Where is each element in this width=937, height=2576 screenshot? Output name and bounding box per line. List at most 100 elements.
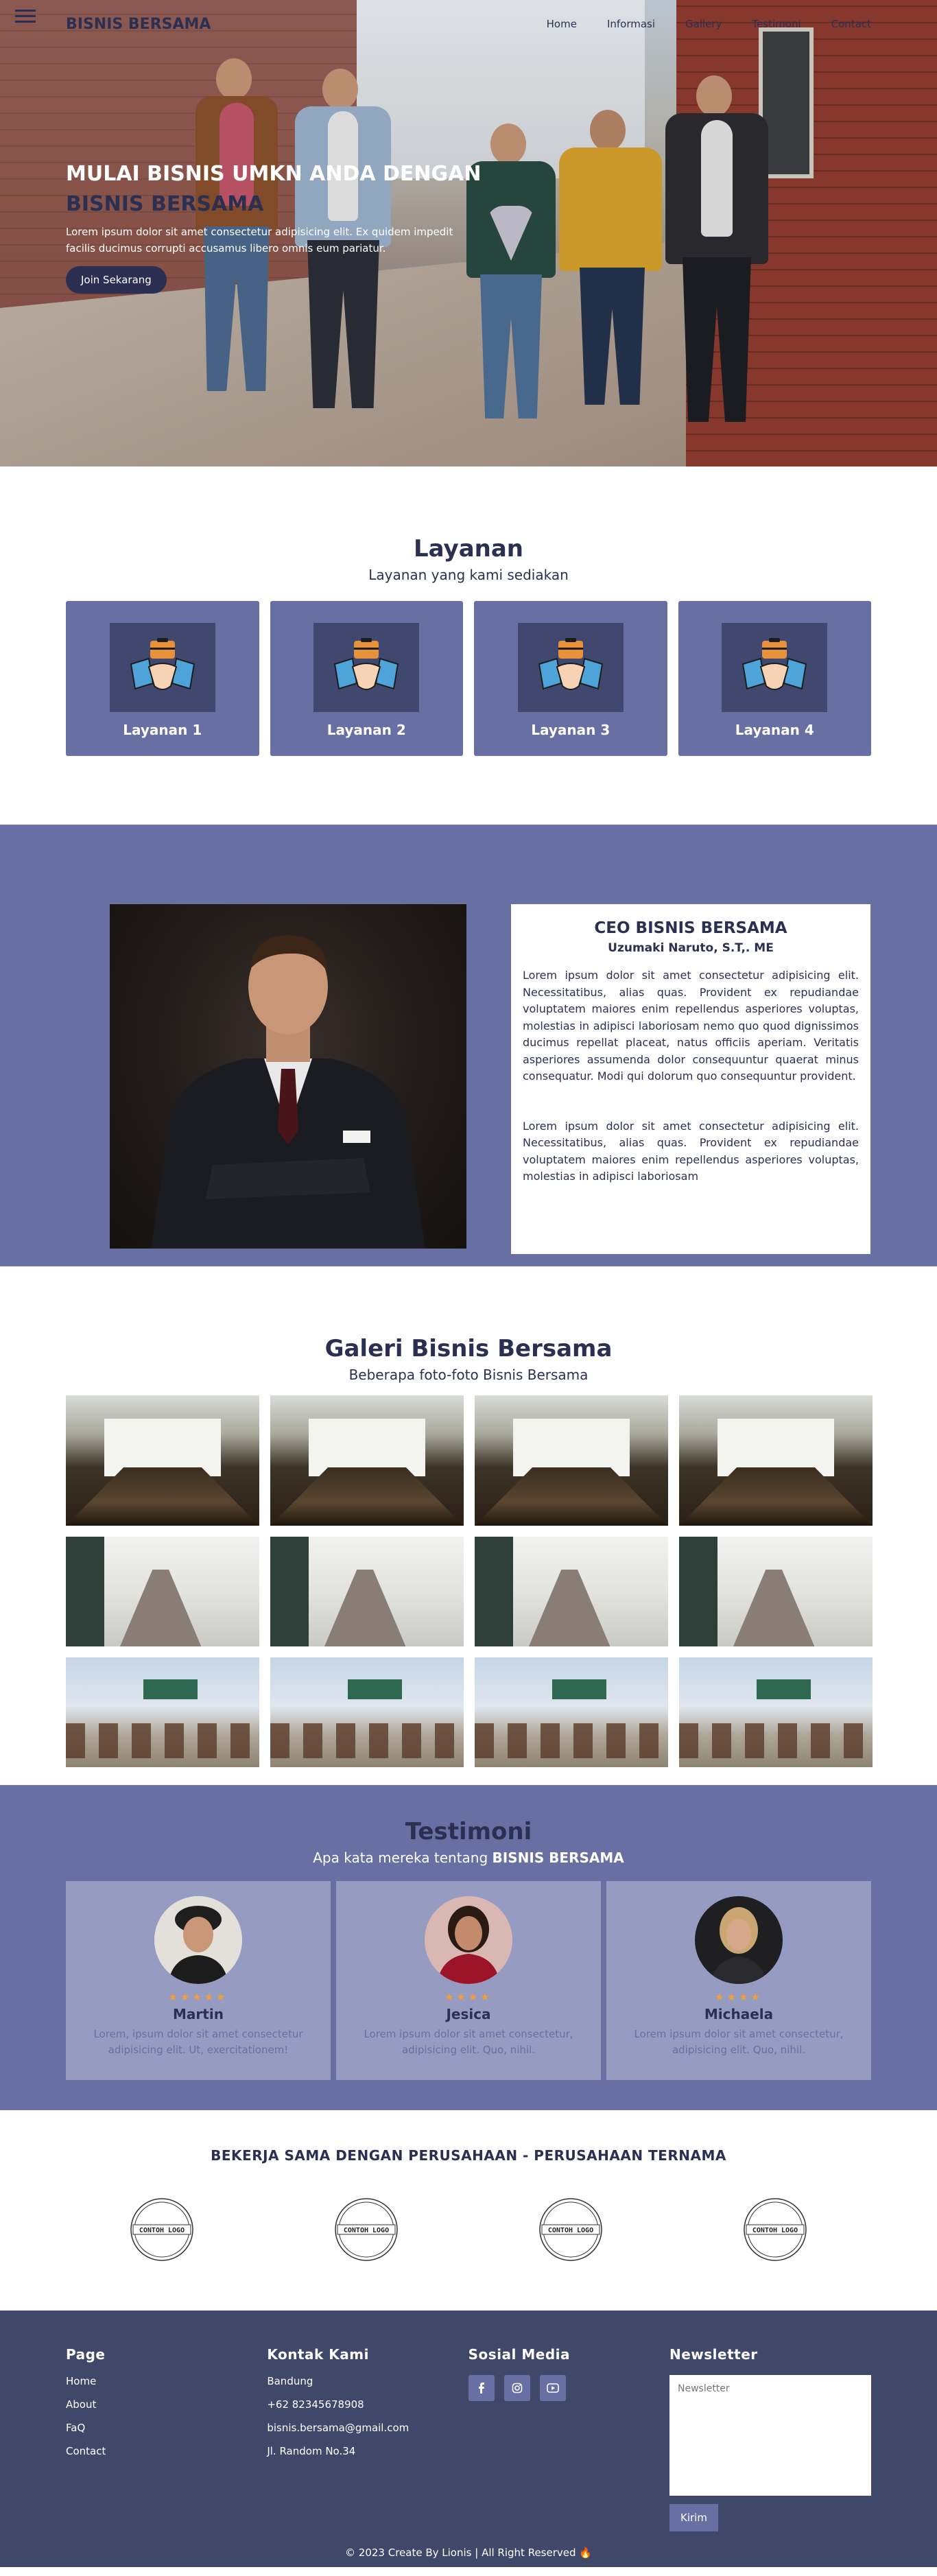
hero-description: Lorem ipsum dolor sit amet consectetur a… (66, 226, 453, 255)
testimoni-name: Michaela (704, 2006, 774, 2022)
testimoni-text: Lorem ipsum dolor sit amet consectetur, … (634, 2028, 844, 2056)
facebook-icon[interactable] (468, 2375, 495, 2401)
gallery-image-hallway[interactable] (679, 1395, 873, 1526)
layanan-cards: Layanan 1 Layanan 2 Layanan 3 Layanan 4 (66, 601, 871, 756)
nav-link-informasi[interactable]: Informasi (607, 18, 655, 30)
gallery-image-corridor[interactable] (270, 1537, 464, 1646)
avatar (695, 1896, 783, 1984)
menu-icon[interactable] (15, 10, 36, 25)
hero-text: MULAI BISNIS UMKN ANDA DENGAN BISNIS BER… (66, 159, 491, 294)
hero-title-line1: MULAI BISNIS UMKN ANDA DENGAN (66, 162, 482, 186)
layanan-subtitle: Layanan yang kami sediakan (368, 567, 569, 583)
testimoni-section: Testimoni Apa kata mereka tentang BISNIS… (0, 1785, 937, 2110)
nav-link-home[interactable]: Home (547, 18, 577, 30)
partner-logo: CONTOH LOGO (129, 2197, 195, 2262)
galeri-grid (66, 1395, 873, 1767)
footer-col-newsletter: Newsletter Kirim (669, 2346, 871, 2531)
join-button[interactable]: Join Sekarang (66, 266, 167, 294)
gallery-image-hallway[interactable] (66, 1395, 259, 1526)
partner-logos: CONTOH LOGO CONTOH LOGO CONTOH LOGO CONT… (66, 2197, 871, 2262)
brand-logo[interactable]: BISNIS BERSAMA (66, 16, 211, 33)
gallery-image-classroom[interactable] (475, 1657, 668, 1767)
galeri-subtitle: Beberapa foto-foto Bisnis Bersama (348, 1367, 589, 1383)
instagram-icon[interactable] (503, 2375, 530, 2401)
ceo-name: Uzumaki Naruto, S.T,. ME (608, 941, 774, 955)
svg-text:CONTOH LOGO: CONTOH LOGO (752, 2227, 798, 2234)
layanan-card-3[interactable]: Layanan 3 (474, 601, 667, 756)
contact-city: Bandung (267, 2375, 313, 2387)
gallery-image-hallway[interactable] (475, 1395, 668, 1526)
galeri-title: Galeri Bisnis Bersama (324, 1335, 613, 1362)
testimoni-cards: ★★★★★ Martin Lorem, ipsum dolor sit amet… (66, 1881, 871, 2080)
rating-stars: ★★★★ (715, 1991, 763, 2003)
hero-title: MULAI BISNIS UMKN ANDA DENGAN BISNIS BER… (66, 159, 491, 220)
youtube-icon[interactable] (539, 2375, 566, 2401)
footer-col-sosial: Sosial Media (468, 2346, 669, 2531)
layanan-title: Layanan (413, 535, 524, 563)
hero-title-line2: BISNIS BERSAMA (66, 192, 264, 216)
layanan-card-label: Layanan 2 (327, 722, 406, 738)
footer-col-kontak: Kontak Kami Bandung +62 82345678908 bisn… (267, 2346, 468, 2531)
testimoni-text: Lorem ipsum dolor sit amet consectetur, … (364, 2028, 573, 2056)
newsletter-input[interactable] (669, 2375, 871, 2496)
layanan-card-label: Layanan 4 (735, 722, 814, 738)
footer-link-home[interactable]: Home (66, 2375, 267, 2387)
partner-logo: CONTOH LOGO (538, 2197, 604, 2262)
layanan-section: Layanan Layanan yang kami sediakan Layan… (0, 466, 937, 825)
nav-link-contact[interactable]: Contact (831, 18, 871, 30)
footer-link-contact[interactable]: Contact (66, 2445, 267, 2457)
contact-address: Jl. Random No.34 (267, 2445, 356, 2457)
social-links (468, 2375, 669, 2401)
gallery-image-corridor[interactable] (475, 1537, 668, 1646)
footer-heading: Sosial Media (468, 2346, 571, 2363)
rating-stars: ★★★★ (444, 1991, 493, 2003)
testimoni-name: Jesica (446, 2006, 491, 2022)
footer-link-about[interactable]: About (66, 2398, 267, 2411)
footer-columns: Page Home About FaQ Contact Kontak Kami … (66, 2346, 871, 2531)
testimoni-text: Lorem, ipsum dolor sit amet consectetur … (93, 2028, 303, 2056)
gallery-image-corridor[interactable] (679, 1537, 873, 1646)
footer-kontak-list: Bandung +62 82345678908 bisnis.bersama@g… (267, 2375, 468, 2457)
gallery-image-classroom[interactable] (679, 1657, 873, 1767)
testimoni-subtitle: Apa kata mereka tentang BISNIS BERSAMA (66, 1850, 871, 1866)
handshake-briefcase-icon (517, 623, 624, 712)
layanan-card-label: Layanan 3 (531, 722, 610, 738)
footer-heading: Page (66, 2346, 106, 2363)
layanan-card-2[interactable]: Layanan 2 (270, 601, 463, 756)
gallery-image-corridor[interactable] (66, 1537, 259, 1646)
layanan-card-4[interactable]: Layanan 4 (678, 601, 871, 756)
testimoni-name: Martin (173, 2006, 224, 2022)
ceo-paragraph-2: Lorem ipsum dolor sit amet consectetur a… (523, 1119, 859, 1183)
testimoni-card-martin: ★★★★★ Martin Lorem, ipsum dolor sit amet… (66, 1881, 331, 2080)
footer-link-faq[interactable]: FaQ (66, 2422, 267, 2434)
newsletter-submit-button[interactable]: Kirim (669, 2504, 718, 2531)
footer-heading: Kontak Kami (267, 2346, 369, 2363)
gallery-image-hallway[interactable] (270, 1395, 464, 1526)
partner-section: BEKERJA SAMA DENGAN PERUSAHAAN - PERUSAH… (0, 2110, 937, 2311)
contact-phone: +62 82345678908 (267, 2398, 364, 2411)
footer-heading: Newsletter (669, 2346, 758, 2363)
layanan-card-1[interactable]: Layanan 1 (66, 601, 259, 756)
gallery-image-classroom[interactable] (66, 1657, 259, 1767)
gallery-image-classroom[interactable] (270, 1657, 464, 1767)
testimoni-title: Testimoni (405, 1818, 532, 1845)
handshake-briefcase-icon (109, 623, 215, 712)
ceo-photo (110, 904, 466, 1249)
testimoni-subtitle-prefix: Apa kata mereka tentang (313, 1850, 488, 1866)
nav-link-testimoni[interactable]: Testimoni (752, 18, 800, 30)
layanan-card-label: Layanan 1 (123, 722, 202, 738)
rating-stars: ★★★★★ (168, 1991, 228, 2003)
ceo-title: CEO BISNIS BERSAMA (594, 919, 787, 937)
ceo-paragraph-1: Lorem ipsum dolor sit amet consectetur a… (523, 969, 859, 1083)
avatar (425, 1896, 512, 1984)
svg-text:CONTOH LOGO: CONTOH LOGO (139, 2227, 185, 2234)
ceo-card: CEO BISNIS BERSAMA Uzumaki Naruto, S.T,.… (511, 904, 870, 1254)
partner-logo: CONTOH LOGO (742, 2197, 808, 2262)
avatar (154, 1896, 242, 1984)
testimoni-subtitle-brand: BISNIS BERSAMA (492, 1850, 624, 1866)
testimoni-card-jesica: ★★★★ Jesica Lorem ipsum dolor sit amet c… (336, 1881, 601, 2080)
nav-link-gallery[interactable]: Gallery (685, 18, 722, 30)
partner-logo: CONTOH LOGO (333, 2197, 399, 2262)
handshake-briefcase-icon (722, 623, 828, 712)
copyright: © 2023 Create By Lionis | All Right Rese… (345, 2547, 592, 2559)
